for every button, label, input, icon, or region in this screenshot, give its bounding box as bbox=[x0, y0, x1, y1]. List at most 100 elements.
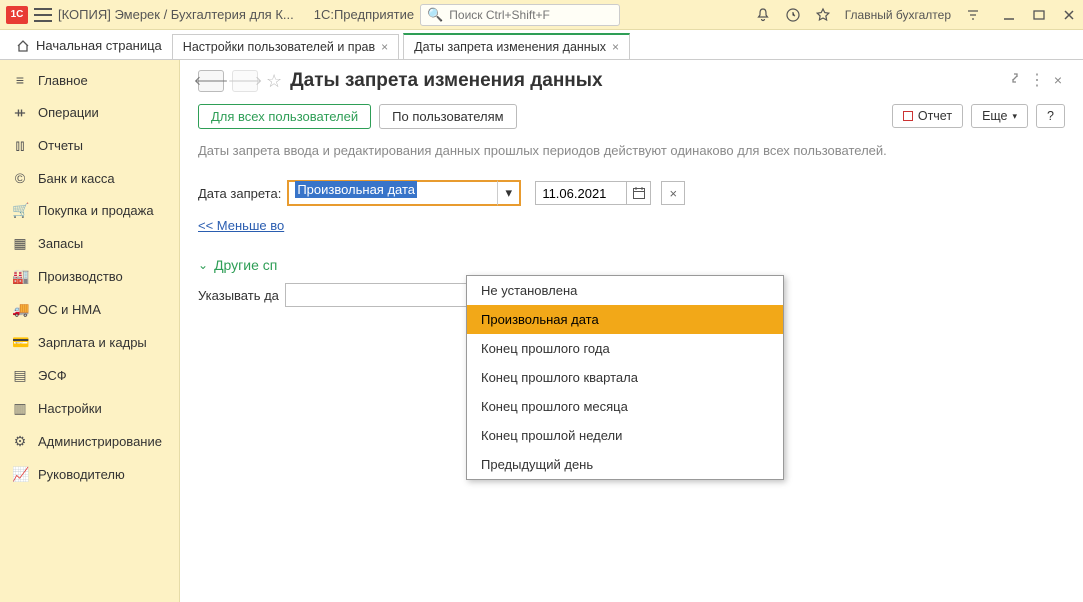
search-icon: 🔍 bbox=[427, 7, 443, 23]
sidebar-item-assets[interactable]: 🚚 ОС и НМА bbox=[0, 293, 179, 326]
home-icon bbox=[16, 39, 30, 53]
sidebar-item-label: Отчеты bbox=[38, 138, 83, 153]
favorite-icon[interactable]: ☆ bbox=[266, 71, 282, 92]
star-icon[interactable] bbox=[815, 7, 831, 23]
date-type-dropdown: Не установленаПроизвольная датаКонец про… bbox=[466, 275, 784, 480]
titlebar: 1C [КОПИЯ] Эмерек / Бухгалтерия для К...… bbox=[0, 0, 1083, 30]
report-icon bbox=[903, 111, 913, 121]
tab-dates-lock[interactable]: Даты запрета изменения данных × bbox=[403, 33, 630, 59]
date-lock-label: Дата запрета: bbox=[198, 186, 281, 201]
sidebar-item-admin[interactable]: ⚙ Администрирование bbox=[0, 425, 179, 458]
sidebar-item-production[interactable]: 🏭 Производство bbox=[0, 260, 179, 293]
date-input[interactable] bbox=[535, 181, 627, 205]
history-icon[interactable] bbox=[785, 7, 801, 23]
sidebar-item-trade[interactable]: 🛒Покупка и продажа bbox=[0, 194, 179, 227]
page-header: 🡐 🡒 ☆ Даты запрета изменения данных bbox=[198, 70, 1065, 92]
tab-close-icon[interactable]: × bbox=[612, 40, 619, 54]
sidebar-item-manager[interactable]: 📈 Руководителю bbox=[0, 458, 179, 491]
dropdown-item[interactable]: Конец прошлого месяца bbox=[467, 392, 783, 421]
sidebar-item-reports[interactable]: ⫾⫾ Отчеты bbox=[0, 129, 179, 162]
sidebar-item-label: Главное bbox=[38, 73, 88, 88]
sidebar-item-bank[interactable]: © Банк и касса bbox=[0, 162, 179, 194]
trend-icon: 📈 bbox=[12, 466, 28, 483]
description-text: Даты запрета ввода и редактирования данн… bbox=[198, 143, 1065, 158]
card-icon: 💳 bbox=[12, 334, 28, 351]
window-title-2: 1С:Предприятие bbox=[314, 7, 414, 22]
sidebar-item-label: Администрирование bbox=[38, 434, 162, 449]
tab-home[interactable]: Начальная страница bbox=[6, 32, 172, 59]
doc-icon: ▤ bbox=[12, 367, 28, 384]
app-logo: 1C bbox=[6, 6, 28, 24]
page-close-icon[interactable]: × bbox=[1051, 72, 1065, 90]
search-input[interactable] bbox=[447, 7, 613, 23]
sidebar-item-payroll[interactable]: 💳 Зарплата и кадры bbox=[0, 326, 179, 359]
chevron-down-icon: ⌄ bbox=[198, 258, 208, 272]
maximize-icon[interactable] bbox=[1031, 7, 1047, 23]
gear-icon: ⚙ bbox=[12, 433, 28, 450]
ops-icon: ᚑ bbox=[12, 104, 28, 121]
dropdown-item[interactable]: Конец прошлого квартала bbox=[467, 363, 783, 392]
building-icon: ▥ bbox=[12, 400, 28, 417]
chart-icon: ⫾⫾ bbox=[12, 137, 28, 154]
page-title: Даты запрета изменения данных bbox=[290, 70, 602, 92]
grid-icon: ▦ bbox=[12, 235, 28, 252]
filter-all-users[interactable]: Для всех пользователей bbox=[198, 104, 371, 129]
sidebar-item-label: Покупка и продажа bbox=[38, 203, 154, 218]
main-content: ⋮ × 🡐 🡒 ☆ Даты запрета изменения данных … bbox=[180, 60, 1083, 602]
tab-settings-users[interactable]: Настройки пользователей и прав × bbox=[172, 34, 399, 59]
minimize-icon[interactable] bbox=[1001, 7, 1017, 23]
sidebar-item-label: Банк и касса bbox=[38, 171, 115, 186]
bell-icon[interactable] bbox=[755, 7, 771, 23]
less-options-link[interactable]: << Меньше во bbox=[198, 218, 284, 233]
user-name[interactable]: Главный бухгалтер bbox=[845, 8, 951, 22]
date-type-input[interactable]: Произвольная дата bbox=[287, 180, 497, 206]
help-button[interactable]: ? bbox=[1036, 104, 1065, 128]
dropdown-item[interactable]: Не установлена bbox=[467, 276, 783, 305]
sidebar-item-label: Операции bbox=[38, 105, 99, 120]
kebab-icon[interactable]: ⋮ bbox=[1029, 70, 1045, 90]
sidebar-item-esf[interactable]: ▤ЭСФ bbox=[0, 359, 179, 392]
sidebar-item-label: Запасы bbox=[38, 236, 83, 251]
clear-date-button[interactable]: × bbox=[661, 181, 685, 205]
sidebar-item-label: ОС и НМА bbox=[38, 302, 101, 317]
close-icon[interactable] bbox=[1061, 7, 1077, 23]
report-button[interactable]: Отчет bbox=[892, 104, 963, 128]
other-methods-section[interactable]: ⌄ Другие сп bbox=[198, 257, 1065, 273]
sidebar-item-main[interactable]: ≡ Главное bbox=[0, 64, 179, 96]
dropdown-item[interactable]: Предыдущий день bbox=[467, 450, 783, 479]
dropdown-item[interactable]: Произвольная дата bbox=[467, 305, 783, 334]
truck-icon: 🚚 bbox=[12, 301, 28, 318]
factory-icon: 🏭 bbox=[12, 268, 28, 285]
bank-icon: © bbox=[12, 170, 28, 186]
sidebar-item-settings[interactable]: ▥ Настройки bbox=[0, 392, 179, 425]
filter-tabs: Для всех пользователей По пользователям bbox=[198, 104, 517, 129]
filter-icon[interactable] bbox=[965, 7, 981, 23]
date-type-combo[interactable]: Произвольная дата ▾ bbox=[287, 180, 521, 206]
tab-bar: Начальная страница Настройки пользовател… bbox=[0, 30, 1083, 60]
search-box[interactable]: 🔍 bbox=[420, 4, 620, 26]
tab-home-label: Начальная страница bbox=[36, 38, 162, 53]
link-icon[interactable] bbox=[1007, 70, 1023, 90]
sidebar-item-label: Руководителю bbox=[38, 467, 125, 482]
more-button[interactable]: Еще▾ bbox=[971, 104, 1028, 128]
filter-by-users[interactable]: По пользователям bbox=[379, 104, 516, 129]
list-icon: ≡ bbox=[12, 72, 28, 88]
sidebar: ≡ Главное ᚑ Операции ⫾⫾ Отчеты © Банк и касс… bbox=[0, 60, 180, 602]
window-title-1: [КОПИЯ] Эмерек / Бухгалтерия для К... bbox=[58, 7, 294, 22]
date-lock-row: Дата запрета: Произвольная дата ▾ × bbox=[198, 180, 1065, 206]
sidebar-item-label: Производство bbox=[38, 269, 123, 284]
tab-close-icon[interactable]: × bbox=[381, 40, 388, 54]
nav-back-button[interactable]: 🡐 bbox=[198, 70, 224, 92]
chevron-down-icon[interactable]: ▾ bbox=[497, 180, 521, 206]
tab-label: Настройки пользователей и прав bbox=[183, 40, 375, 54]
sidebar-item-label: Настройки bbox=[38, 401, 102, 416]
nav-forward-button[interactable]: 🡒 bbox=[232, 70, 258, 92]
calendar-icon[interactable] bbox=[627, 181, 651, 205]
menu-icon[interactable] bbox=[34, 8, 52, 22]
hint-label: Указывать да bbox=[198, 288, 279, 303]
sidebar-item-label: Зарплата и кадры bbox=[38, 335, 147, 350]
dropdown-item[interactable]: Конец прошлой недели bbox=[467, 421, 783, 450]
sidebar-item-stock[interactable]: ▦ Запасы bbox=[0, 227, 179, 260]
sidebar-item-operations[interactable]: ᚑ Операции bbox=[0, 96, 179, 129]
dropdown-item[interactable]: Конец прошлого года bbox=[467, 334, 783, 363]
